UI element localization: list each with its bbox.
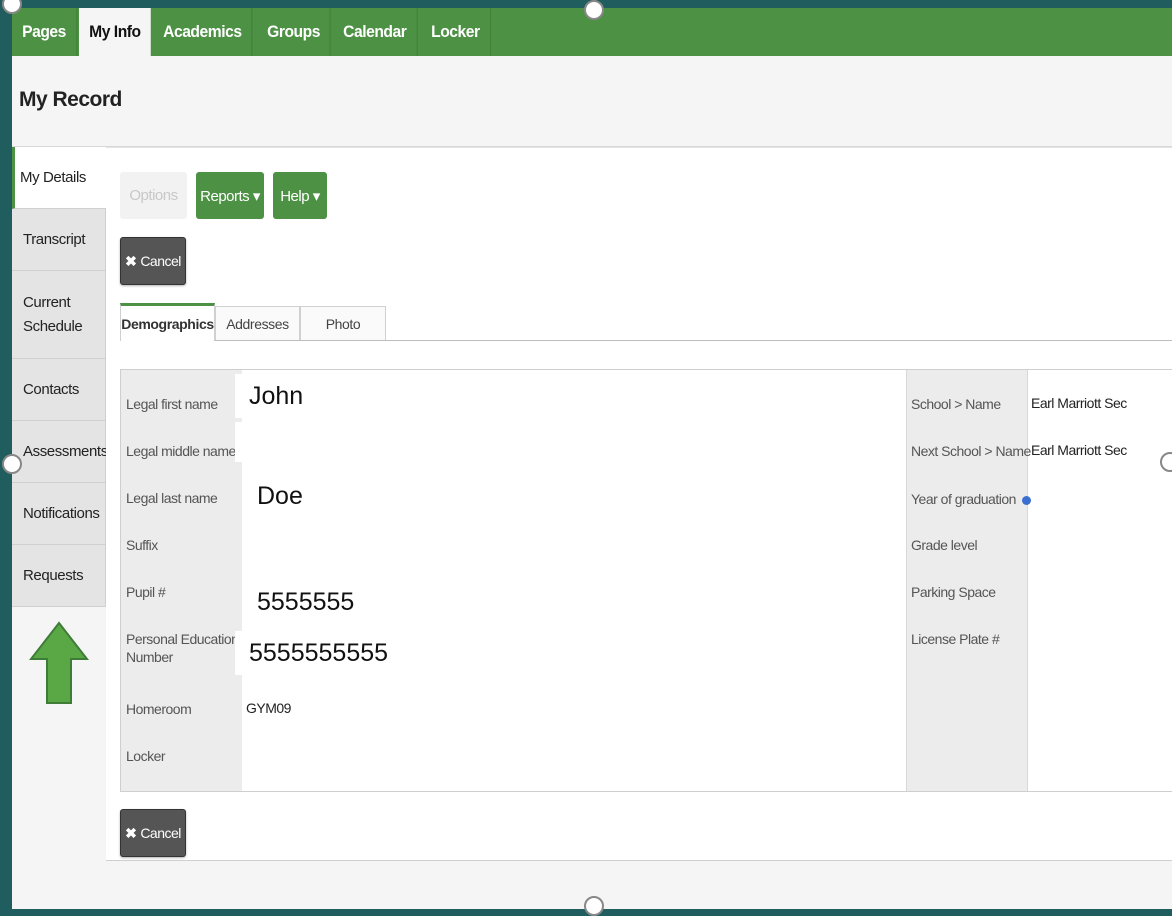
sidebar-item-transcript[interactable]: Transcript [12,209,106,271]
grade-level-label: Grade level [911,537,978,553]
year-of-graduation-text: Year of graduation [911,491,1016,507]
cancel-button-top[interactable]: ✖ Cancel [120,237,186,285]
tab-addresses[interactable]: Addresses [215,306,300,340]
next-school-name-value: Earl Marriott Sec [1031,442,1127,458]
close-icon: ✖ [125,824,137,841]
demographics-form: Legal first name Legal middle name Legal… [120,369,1172,792]
parking-space-label: Parking Space [911,584,996,600]
sidebar-item-my-details[interactable]: My Details [12,147,106,209]
pen-label: Personal Education Number [126,630,239,666]
tab-demographics[interactable]: Demographics [120,303,215,341]
homeroom-value: GYM09 [246,700,291,716]
resize-handle [584,896,604,916]
year-of-graduation-label: Year of graduation [911,490,1031,508]
label-column [121,370,242,791]
pupil-number-value: 5555555 [243,582,379,622]
tab-calendar[interactable]: Calendar [333,8,418,56]
sidebar-item-contacts[interactable]: Contacts [12,359,106,421]
cancel-button-bottom[interactable]: ✖ Cancel [120,809,186,857]
app-frame: Pages My Info Academics Groups Calendar … [12,8,1172,909]
label-column-right [906,370,1028,791]
license-plate-label: License Plate # [911,631,1000,647]
cancel-label: Cancel [140,253,181,269]
next-school-name-label: Next School > Name [911,443,1031,459]
side-navigation: My Details Transcript Current Schedule C… [12,147,108,607]
legal-middle-name-label: Legal middle name [126,443,236,459]
pen-label-line2: Number [126,649,173,665]
sidebar-item-requests[interactable]: Requests [12,545,106,607]
main-panel: Options Reports ▾ Help ▾ ✖ Cancel Demogr… [106,147,1172,861]
resize-handle [2,454,22,474]
suffix-label: Suffix [126,537,158,553]
tab-academics[interactable]: Academics [153,8,253,56]
reports-button[interactable]: Reports ▾ [196,172,264,219]
sidebar-item-notifications[interactable]: Notifications [12,483,106,545]
tab-my-info[interactable]: My Info [78,8,151,56]
up-arrow-icon [29,621,89,704]
tab-pages[interactable]: Pages [12,8,77,56]
legal-first-name-label: Legal first name [126,396,218,412]
tab-groups[interactable]: Groups [257,8,331,56]
legal-last-name-label: Legal last name [126,490,218,506]
legal-first-name-value: John [235,374,381,418]
legal-middle-name-value [235,422,291,462]
legal-last-name-value: Doe [243,474,329,518]
options-button[interactable]: Options [120,172,187,219]
close-icon: ✖ [125,252,137,269]
sidebar-item-current-schedule[interactable]: Current Schedule [12,271,106,359]
sub-tabs: Demographics Addresses Photo [120,303,1172,341]
tab-photo[interactable]: Photo [300,306,386,340]
locker-label: Locker [126,748,166,764]
homeroom-label: Homeroom [126,701,192,717]
school-name-label: School > Name [911,396,1001,412]
pen-value: 5555555555 [235,631,401,675]
info-icon[interactable] [1021,495,1031,505]
sidebar-item-assessments[interactable]: Assessments [12,421,108,483]
help-button[interactable]: Help ▾ [273,172,327,219]
pen-label-line1: Personal Education [126,631,239,647]
school-name-value: Earl Marriott Sec [1031,395,1127,411]
tab-locker[interactable]: Locker [421,8,491,56]
page-title: My Record [19,88,122,111]
cancel-label: Cancel [140,825,181,841]
divider [1027,370,1028,791]
sidebar-item-label: Current Schedule [23,293,83,335]
pupil-number-label: Pupil # [126,584,166,600]
resize-handle [584,0,604,20]
